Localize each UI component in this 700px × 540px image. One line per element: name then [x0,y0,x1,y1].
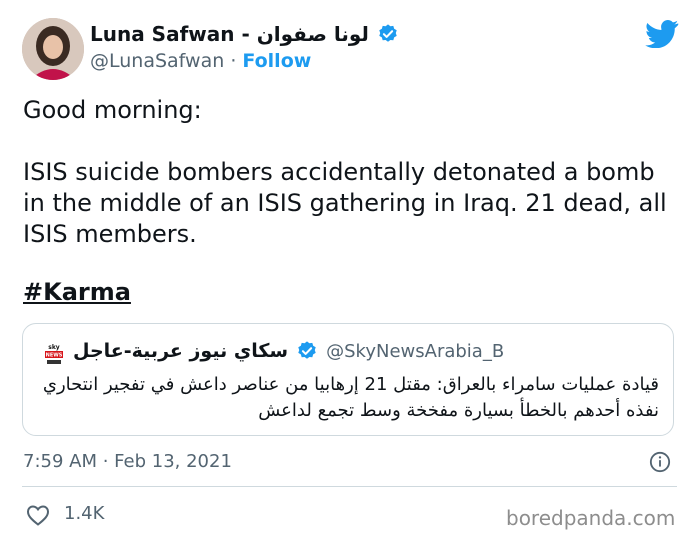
divider [22,486,677,487]
verified-badge-icon [379,24,397,42]
watermark: boredpanda.com [506,506,676,530]
sky-news-logo-icon: sky NEWS [41,342,67,368]
avatar-photo [22,18,84,80]
tweet-greeting: Good morning: [23,96,202,124]
tweet-text: Good morning: ISIS suicide bombers accid… [23,95,683,250]
like-count[interactable]: 1.4K [64,503,104,524]
quoted-header: سكاي نيوز عربية-عاجل @SkyNewsArabia_B [73,340,504,362]
avatar[interactable] [22,18,84,80]
heart-icon[interactable] [26,504,50,526]
author-name-row: Luna Safwan - لونا صفوان [90,22,399,46]
info-icon[interactable] [649,451,671,473]
tweet-body: ISIS suicide bombers accidentally detona… [23,158,667,248]
follow-button[interactable]: Follow [242,50,311,72]
svg-text:NEWS: NEWS [46,353,63,359]
quoted-tweet-text: قيادة عمليات سامراء بالعراق: مقتل 21 إره… [42,374,659,421]
quoted-avatar: sky NEWS [41,342,67,368]
svg-text:sky: sky [48,344,60,351]
quoted-display-name[interactable]: سكاي نيوز عربية-عاجل [73,340,288,362]
tweet-timestamp[interactable]: 7:59 AM · Feb 13, 2021 [23,451,232,472]
author-display-name[interactable]: Luna Safwan - لونا صفوان [90,22,369,46]
twitter-bird-icon[interactable] [645,20,679,48]
hashtag-link[interactable]: #Karma [23,278,131,306]
author-handle[interactable]: @LunaSafwan [90,50,224,72]
author-handle-row: @LunaSafwan · Follow [90,50,311,72]
quoted-verified-badge-icon [298,341,316,359]
quoted-tweet[interactable]: sky NEWS سكاي نيوز عربية-عاجل @SkyNewsAr… [22,323,674,436]
separator-dot: · [230,50,237,72]
quoted-handle[interactable]: @SkyNewsArabia_B [326,341,504,362]
